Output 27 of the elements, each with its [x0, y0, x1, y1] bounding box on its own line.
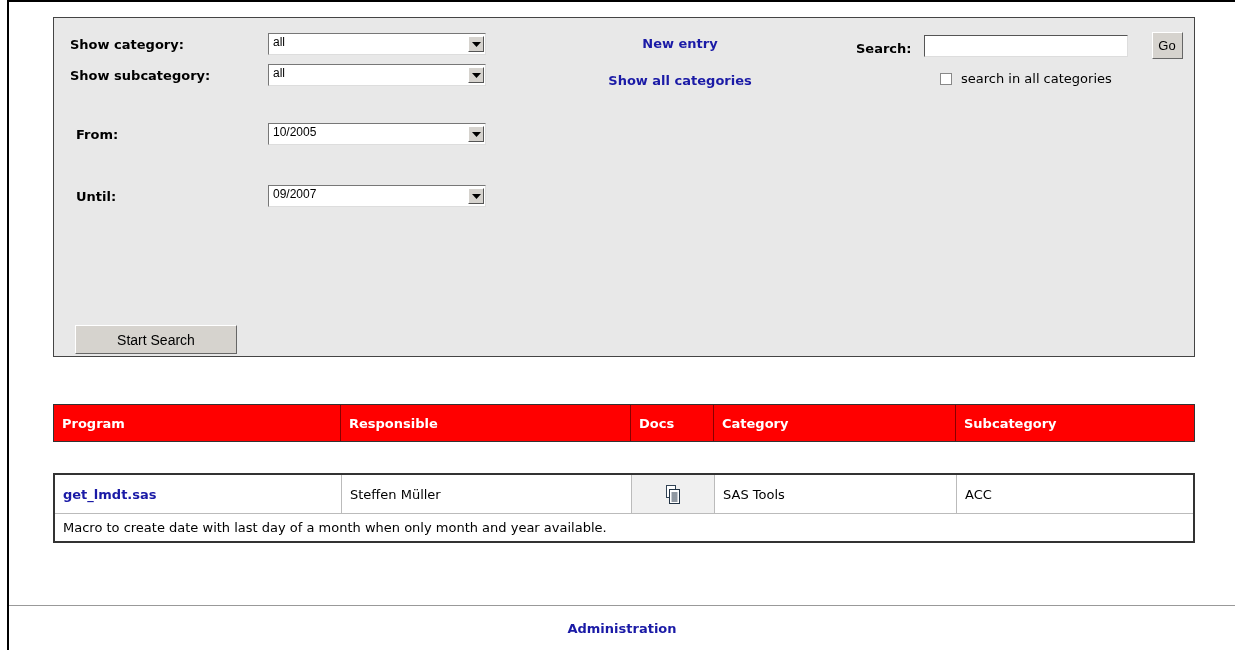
dropdown[interactable]: 09/2007 — [268, 185, 486, 207]
dropdown[interactable]: all — [268, 64, 486, 86]
search-label: Search: — [856, 41, 912, 56]
nav-link[interactable]: New entry — [642, 36, 718, 51]
filter-label: From: — [75, 126, 120, 142]
filter-label: Show category: — [70, 36, 185, 52]
column-header: Docs — [631, 405, 714, 441]
checkbox[interactable] — [940, 72, 952, 85]
column-header: Program — [54, 405, 341, 441]
caret-icon — [468, 188, 484, 204]
checkbox-label: search in all categories — [961, 71, 1112, 86]
start-search-button[interactable]: Start Search — [75, 325, 237, 354]
nav-link[interactable]: Show all categories — [608, 73, 752, 88]
column-header: Category — [714, 405, 956, 441]
caret-icon — [468, 126, 484, 142]
administration-link[interactable]: Administration — [567, 621, 677, 636]
caret-icon — [468, 36, 484, 52]
document-icon[interactable] — [666, 484, 680, 504]
column-header: Responsible — [341, 405, 631, 441]
dropdown[interactable]: all — [268, 33, 486, 55]
caret-icon — [468, 67, 484, 83]
dropdown[interactable]: 10/2005 — [268, 123, 486, 145]
filter-label: Show subcategory: — [70, 67, 212, 83]
column-header: Subcategory — [963, 414, 1058, 433]
search-field[interactable] — [923, 34, 1128, 57]
filter-label: Until: — [75, 188, 118, 204]
go-button[interactable]: Go — [1151, 32, 1183, 59]
